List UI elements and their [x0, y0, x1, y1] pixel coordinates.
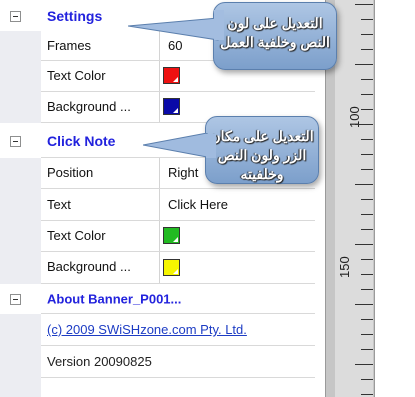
- callout-pointer: [143, 133, 208, 158]
- property-name: Text Color: [41, 221, 160, 252]
- property-row-note-background[interactable]: Background ...: [0, 252, 315, 284]
- callout-text: التعديل على لون النص وخلفية العمل: [220, 15, 330, 50]
- collapse-icon[interactable]: [10, 10, 21, 22]
- ruler-tick: [355, 304, 373, 305]
- gutter: [0, 221, 41, 252]
- vertical-ruler: 100 150: [335, 0, 373, 397]
- ruler-tick: [361, 109, 373, 110]
- category-label: Click Note: [47, 132, 116, 149]
- property-name: Background ...: [41, 252, 160, 284]
- ruler-tick: [361, 394, 373, 395]
- ruler-tick: [361, 334, 373, 335]
- gutter: [0, 189, 41, 221]
- gutter: [0, 61, 41, 92]
- ruler-tick: [361, 154, 373, 155]
- collapse-icon[interactable]: [10, 294, 21, 305]
- gutter: [0, 158, 41, 189]
- about-copyright-row[interactable]: (c) 2009 SWiSHzone.com Pty. Ltd.: [0, 314, 315, 346]
- color-swatch[interactable]: [163, 259, 180, 276]
- color-swatch[interactable]: [163, 98, 180, 115]
- ruler-tick: [355, 4, 373, 5]
- ruler-tick: [361, 34, 373, 35]
- ruler-tick: [355, 184, 373, 185]
- callout-pointer: [128, 18, 219, 41]
- ruler-tick: [361, 49, 373, 50]
- property-row-text[interactable]: Text Click Here: [0, 189, 315, 221]
- gutter: [0, 346, 41, 378]
- version-text: Version 20090825: [47, 354, 152, 369]
- ruler-tick: [361, 214, 373, 215]
- category-about[interactable]: About Banner_P001...: [0, 284, 315, 314]
- ruler-tick: [361, 199, 373, 200]
- ruler-tick: [355, 364, 373, 365]
- gutter: [0, 31, 41, 61]
- color-swatch[interactable]: [163, 227, 180, 244]
- property-name: Background ...: [41, 92, 160, 123]
- ruler-tick: [361, 79, 373, 80]
- ruler-tick: [361, 259, 373, 260]
- ruler-tick: [361, 169, 373, 170]
- color-swatch[interactable]: [163, 67, 180, 84]
- ruler-tick: [361, 19, 373, 20]
- ruler-tick: [361, 319, 373, 320]
- category-label: About Banner_P001...: [47, 291, 182, 307]
- callout-text: التعديل على مكان الزر ولون النص وخلفيته: [210, 128, 314, 182]
- collapse-icon[interactable]: [10, 135, 21, 147]
- ruler-tick: [361, 289, 373, 290]
- ruler-tick: [361, 229, 373, 230]
- gutter: [0, 252, 41, 284]
- ruler-tick: [361, 139, 373, 140]
- ruler-tick: [355, 124, 373, 125]
- property-name: Text: [41, 189, 160, 221]
- callout-settings: التعديل على لون النص وخلفية العمل: [213, 2, 337, 70]
- property-value[interactable]: Click Here: [160, 189, 315, 221]
- ruler-tick: [355, 244, 373, 245]
- ruler-tick: [361, 274, 373, 275]
- empty-row: [0, 378, 315, 397]
- ruler-tick: [361, 94, 373, 95]
- ruler-tick: [355, 64, 373, 65]
- property-row-note-text-color[interactable]: Text Color: [0, 221, 315, 252]
- ruler-tick: [361, 349, 373, 350]
- copyright-link[interactable]: (c) 2009 SWiSHzone.com Pty. Ltd.: [47, 314, 247, 346]
- callout-click-note: التعديل على مكان الزر ولون النص وخلفيته: [205, 116, 319, 184]
- ruler-tick: [361, 379, 373, 380]
- gutter: [0, 314, 41, 346]
- callout-pointer-join: [206, 134, 216, 158]
- property-name: Text Color: [41, 61, 160, 92]
- gutter: [0, 92, 41, 123]
- gutter: [0, 378, 41, 397]
- category-label: Settings: [47, 7, 103, 24]
- ruler-label: 150: [337, 256, 352, 278]
- callout-pointer-join: [214, 10, 224, 40]
- about-version-row: Version 20090825: [0, 346, 315, 378]
